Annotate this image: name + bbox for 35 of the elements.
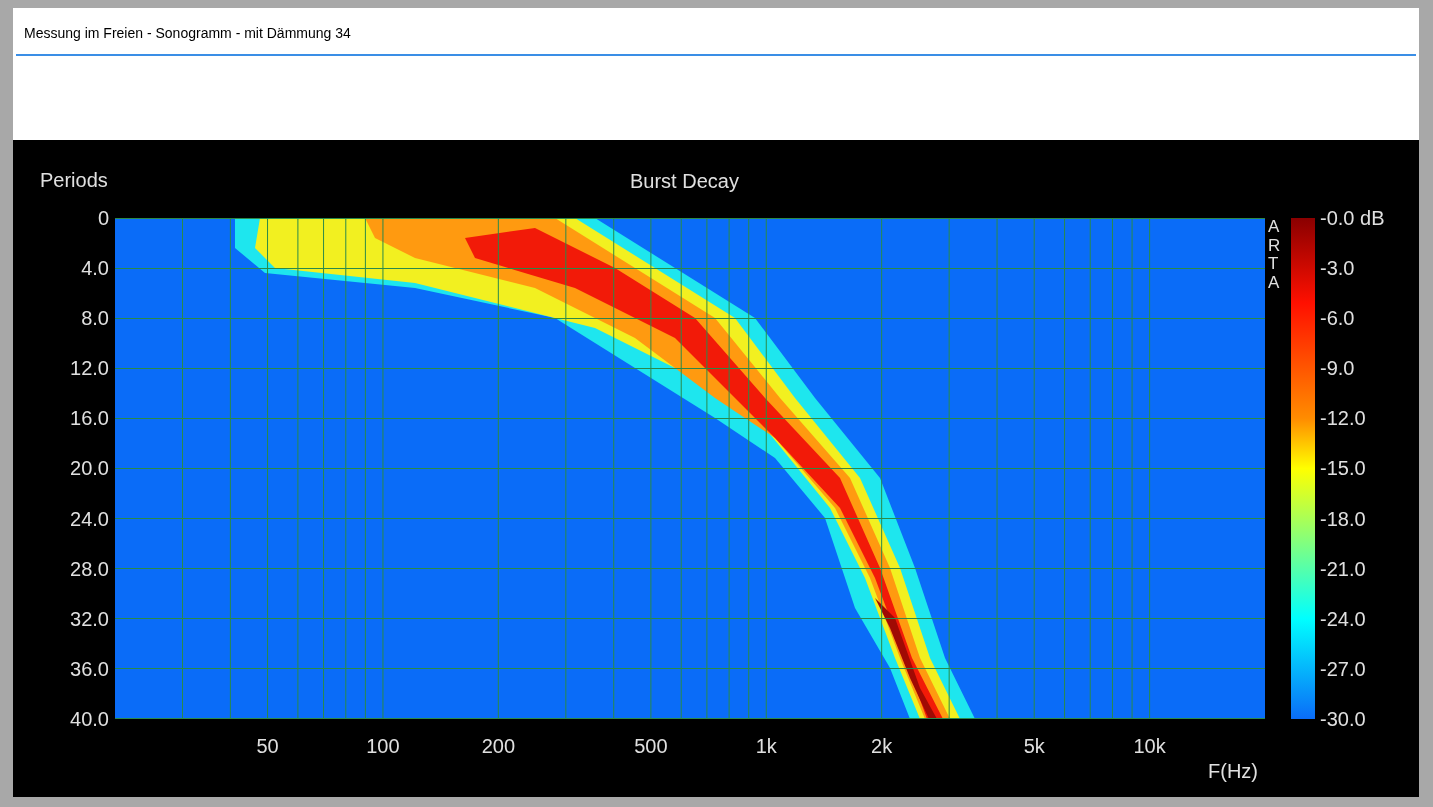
color-scale-label: -12.0 [1320, 406, 1367, 431]
color-scale-label: -27.0 [1320, 656, 1367, 681]
y-tick-label: 32.0 [70, 606, 109, 631]
x-tick-label: 500 [634, 734, 668, 758]
y-tick-label: 40.0 [70, 706, 109, 731]
x-tick-label: 200 [481, 734, 515, 758]
x-tick-label: 2k [871, 734, 893, 758]
x-axis-title: F(Hz) [1208, 759, 1258, 783]
color-scale-label: -9.0 [1320, 356, 1356, 381]
color-scale-label: -15.0 [1320, 456, 1367, 481]
y-tick-label: 4.0 [81, 256, 109, 281]
x-tick-label: 100 [366, 734, 400, 758]
y-tick-label: 16.0 [70, 406, 109, 431]
y-tick-label: 28.0 [70, 556, 109, 581]
y-tick-label: 24.0 [70, 506, 109, 531]
color-scale-label: -18.0 [1320, 506, 1367, 531]
side-label: ARTA [1268, 218, 1282, 295]
x-tick-label: 1k [755, 734, 777, 758]
color-scale-label: -0.0 dB [1320, 206, 1385, 230]
color-scale-label: -6.0 [1320, 306, 1356, 331]
y-axis-title: Periods [39, 167, 108, 193]
y-tick-label: 0 [97, 206, 109, 230]
x-tick-label: 10k [1133, 734, 1166, 758]
color-scale-label: -3.0 [1320, 256, 1356, 281]
window-title: Messung im Freien - Sonogramm - mit Dämmung 34 [16, 8, 1416, 56]
chart-title: Burst Decay [630, 169, 739, 194]
x-tick-label: 50 [256, 734, 279, 758]
color-scale-label: -24.0 [1320, 606, 1367, 631]
x-tick-label: 5k [1023, 734, 1045, 758]
y-tick-label: 20.0 [70, 456, 109, 481]
y-tick-label: 8.0 [81, 306, 109, 331]
color-scale-label: -21.0 [1320, 556, 1367, 581]
color-scale-label: -30.0 [1320, 706, 1367, 731]
y-tick-label: 12.0 [70, 356, 109, 381]
y-tick-label: 36.0 [70, 656, 109, 681]
